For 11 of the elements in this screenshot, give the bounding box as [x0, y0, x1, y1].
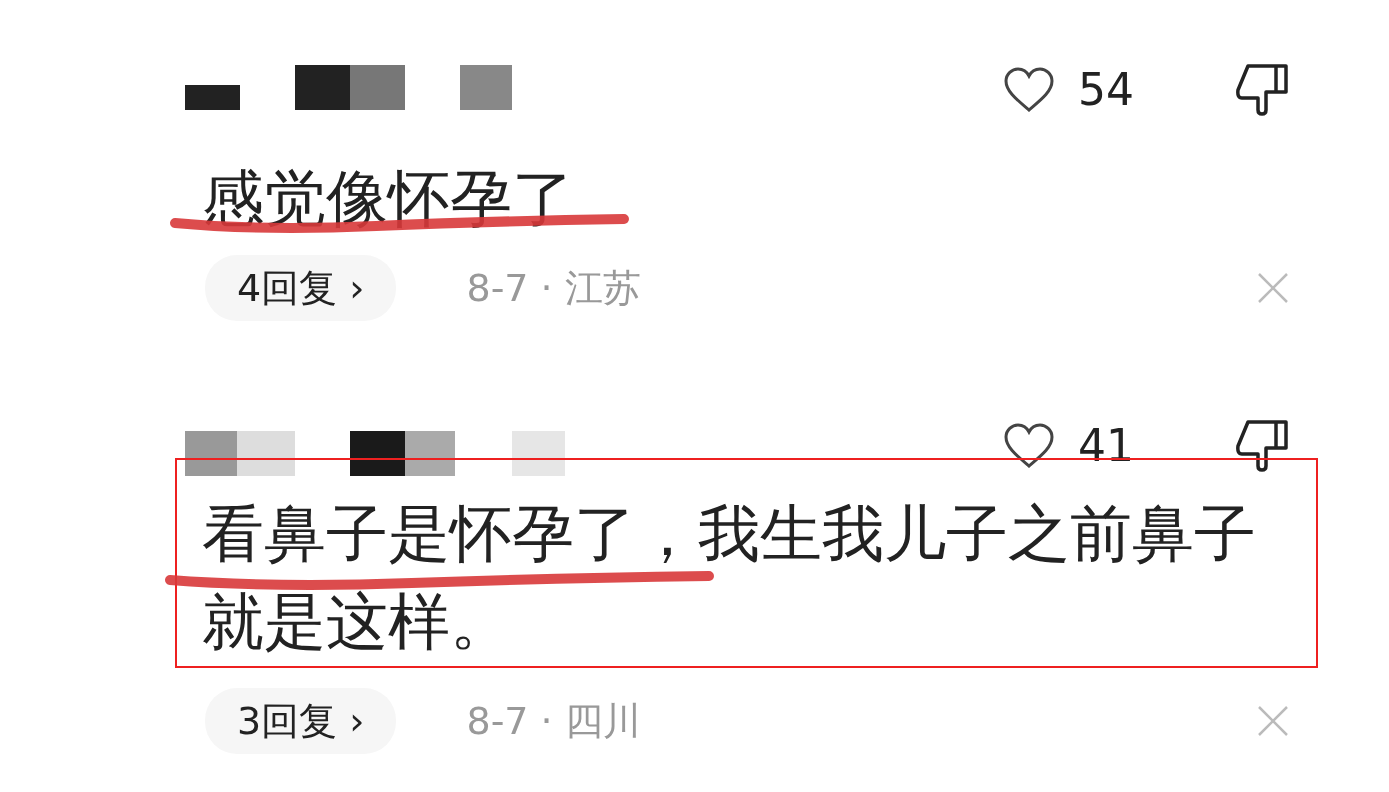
- comment-text: 感觉像怀孕了: [202, 161, 575, 237]
- replies-button[interactable]: 4回复 ›: [205, 255, 397, 321]
- comment-text: 看鼻子是怀孕了，我生我儿子之前鼻子就是这样。: [202, 496, 1257, 660]
- like-count: 54: [1078, 68, 1134, 112]
- comment-date-location: 8-7 · 江苏: [466, 264, 641, 312]
- thumbs-down-icon[interactable]: [1234, 418, 1290, 474]
- thumbs-down-icon[interactable]: [1234, 62, 1290, 118]
- heart-icon[interactable]: [1002, 66, 1056, 114]
- heart-icon[interactable]: [1002, 422, 1056, 470]
- comment-date-location: 8-7 · 四川: [466, 697, 641, 745]
- replies-button[interactable]: 3回复 ›: [205, 688, 397, 754]
